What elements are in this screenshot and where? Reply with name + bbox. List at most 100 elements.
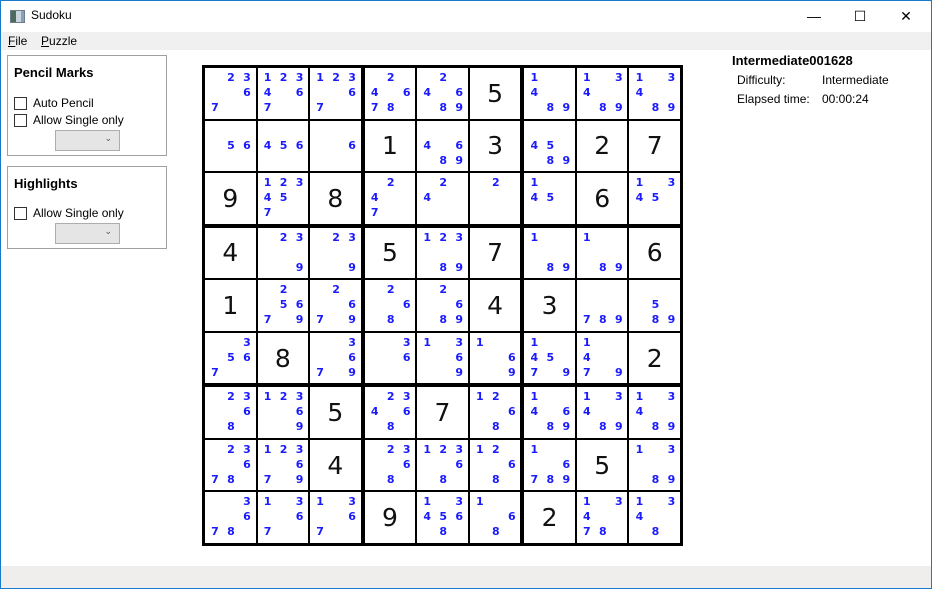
cell-r2c2[interactable]: 456	[257, 120, 309, 172]
cell-r3c3[interactable]: 8	[310, 173, 361, 224]
cell-r6c5[interactable]: 1 369	[417, 332, 468, 384]
cell-r6c2[interactable]: 8	[257, 332, 309, 384]
cell-r9c8[interactable]: 1 3 478	[576, 492, 628, 543]
cell-r8c3[interactable]: 4	[310, 439, 361, 491]
cell-r9c9[interactable]: 1 3 48	[629, 492, 680, 543]
cell-r4c4[interactable]: 5	[364, 227, 416, 279]
cell-r7c8[interactable]: 1 3 489	[576, 387, 628, 438]
cell-r5c3[interactable]: 26 7 9	[310, 280, 361, 331]
cell-r9c2[interactable]: 1 36 7	[257, 492, 309, 543]
cell-r3c7[interactable]: 145	[524, 173, 575, 224]
checkbox-box[interactable]	[14, 96, 27, 110]
cell-r3c6[interactable]: 2	[469, 173, 521, 224]
cell-r5c9[interactable]: 589	[629, 280, 680, 331]
cell-r2c3[interactable]: 6	[310, 120, 361, 172]
cell-r2c6[interactable]: 3	[469, 120, 521, 172]
cell-r6c6[interactable]: 1 69	[469, 332, 521, 384]
cell-r2c8[interactable]: 2	[576, 120, 628, 172]
cell-r4c6[interactable]: 7	[469, 227, 521, 279]
cell-r5c6[interactable]: 4	[469, 280, 521, 331]
cell-r5c1[interactable]: 1	[205, 280, 256, 331]
cell-r8c2[interactable]: 1236 7 9	[257, 439, 309, 491]
cell-r6c9[interactable]: 2	[629, 332, 680, 384]
cell-r7c1[interactable]: 2368	[205, 387, 256, 438]
menu-puzzle[interactable]: Puzzle	[41, 34, 77, 48]
cell-r1c8[interactable]: 1 3 489	[576, 68, 628, 119]
checkbox-box[interactable]	[14, 113, 27, 127]
pencil-mark: 7	[211, 101, 219, 114]
cell-r7c6[interactable]: 1268	[469, 387, 521, 438]
cell-r7c9[interactable]: 1 3 489	[629, 387, 680, 438]
minimize-button[interactable]: —	[791, 1, 837, 31]
cell-r3c2[interactable]: 123 457	[257, 173, 309, 224]
cell-r4c1[interactable]: 4	[205, 227, 256, 279]
cell-r1c9[interactable]: 1 3 489	[629, 68, 680, 119]
cell-r2c7[interactable]: 4589	[524, 120, 575, 172]
cell-r3c9[interactable]: 1 3 45	[629, 173, 680, 224]
auto-pencil-checkbox[interactable]: Auto Pencil	[14, 96, 94, 110]
cell-r7c4[interactable]: 23 4 68	[364, 387, 416, 438]
cell-r9c5[interactable]: 1 3 4568	[417, 492, 468, 543]
highlights-dropdown[interactable]: ⌄	[55, 223, 120, 244]
cell-r6c8[interactable]: 147 9	[576, 332, 628, 384]
cell-r5c2[interactable]: 256 7 9	[257, 280, 309, 331]
cell-r8c9[interactable]: 1 3 89	[629, 439, 680, 491]
cell-r4c3[interactable]: 23 9	[310, 227, 361, 279]
cell-r8c5[interactable]: 12368	[417, 439, 468, 491]
cell-r9c1[interactable]: 36 78	[205, 492, 256, 543]
pencil-mark: 8	[439, 260, 448, 274]
pencil-marks-dropdown[interactable]: ⌄	[55, 130, 120, 151]
cell-r7c2[interactable]: 12369	[257, 387, 309, 438]
cell-r3c1[interactable]: 9	[205, 173, 256, 224]
cell-r9c7[interactable]: 2	[524, 492, 575, 543]
cell-r2c4[interactable]: 1	[364, 120, 416, 172]
checkbox-box[interactable]	[14, 206, 27, 220]
close-button[interactable]: ✕	[883, 1, 929, 31]
cell-r2c9[interactable]: 7	[629, 120, 680, 172]
cell-r8c8[interactable]: 5	[576, 439, 628, 491]
cell-r1c6[interactable]: 5	[469, 68, 521, 119]
cell-r3c4[interactable]: 247	[364, 173, 416, 224]
cell-r4c9[interactable]: 6	[629, 227, 680, 279]
cell-r5c7[interactable]: 3	[524, 280, 575, 331]
cell-r9c6[interactable]: 1 68	[469, 492, 521, 543]
cell-r8c7[interactable]: 1 6 789	[524, 439, 575, 491]
cell-r9c4[interactable]: 9	[364, 492, 416, 543]
pencil-mark: 3	[402, 442, 411, 456]
cell-r4c7[interactable]: 1 89	[524, 227, 575, 279]
cell-r6c3[interactable]: 36 7 9	[310, 332, 361, 384]
cell-r3c8[interactable]: 6	[576, 173, 628, 224]
cell-r2c1[interactable]: 56	[205, 120, 256, 172]
cell-r1c1[interactable]: 23 6 7	[205, 68, 256, 119]
cell-r7c7[interactable]: 14 689	[524, 387, 575, 438]
maximize-button[interactable]: ☐	[837, 1, 883, 31]
cell-r1c5[interactable]: 24 689	[417, 68, 468, 119]
cell-r1c7[interactable]: 1 489	[524, 68, 575, 119]
cell-r7c3[interactable]: 5	[310, 387, 361, 438]
pencil-allow-single-checkbox[interactable]: Allow Single only	[14, 113, 124, 127]
cell-r1c4[interactable]: 24 6 78	[364, 68, 416, 119]
cell-r2c5[interactable]: 4 689	[417, 120, 468, 172]
cell-r4c8[interactable]: 1 89	[576, 227, 628, 279]
cell-r4c5[interactable]: 123 89	[417, 227, 468, 279]
highlights-allow-single-checkbox[interactable]: Allow Single only	[14, 206, 124, 220]
cell-r1c2[interactable]: 123 4 6 7	[257, 68, 309, 119]
cell-r8c1[interactable]: 236 78	[205, 439, 256, 491]
cell-r9c3[interactable]: 1 36 7	[310, 492, 361, 543]
given-digit: 3	[487, 131, 503, 161]
cell-r5c4[interactable]: 268	[364, 280, 416, 331]
pencil-mark: 9	[348, 313, 356, 327]
cell-r6c7[interactable]: 1457 9	[524, 332, 575, 384]
cell-r7c5[interactable]: 7	[417, 387, 468, 438]
cell-r4c2[interactable]: 23 9	[257, 227, 309, 279]
cell-r6c4[interactable]: 36	[364, 332, 416, 384]
cell-r3c5[interactable]: 24	[417, 173, 468, 224]
window-title: Sudoku	[31, 8, 72, 22]
cell-r1c3[interactable]: 123 6 7	[310, 68, 361, 119]
cell-r5c5[interactable]: 2689	[417, 280, 468, 331]
cell-r6c1[interactable]: 356 7	[205, 332, 256, 384]
cell-r8c6[interactable]: 1268	[469, 439, 521, 491]
cell-r5c8[interactable]: 789	[576, 280, 628, 331]
cell-r8c4[interactable]: 2368	[364, 439, 416, 491]
menu-file[interactable]: File	[8, 34, 27, 48]
